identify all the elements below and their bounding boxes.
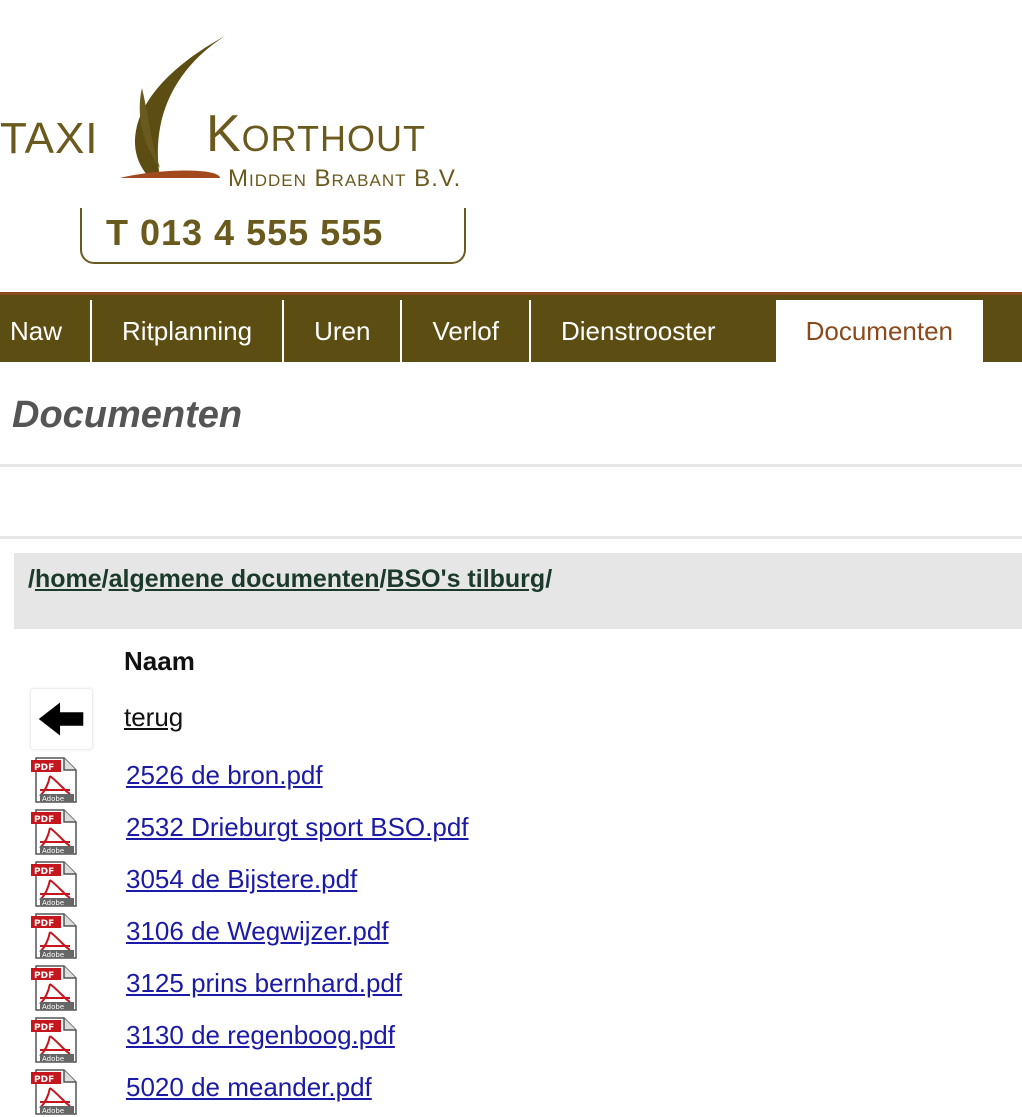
- nav-item-ritplanning[interactable]: Ritplanning: [92, 300, 285, 362]
- back-link[interactable]: terug: [124, 702, 183, 733]
- pdf-icon[interactable]: PDF Adobe: [30, 1016, 78, 1064]
- svg-text:PDF: PDF: [34, 971, 54, 981]
- file-row[interactable]: PDF Adobe 3054 de Bijstere.pdf: [30, 860, 730, 912]
- back-row[interactable]: terug: [30, 688, 630, 750]
- file-link[interactable]: 3106 de Wegwijzer.pdf: [126, 916, 389, 947]
- svg-text:PDF: PDF: [34, 867, 54, 877]
- svg-text:Adobe: Adobe: [42, 951, 64, 959]
- svg-text:Adobe: Adobe: [42, 1055, 64, 1063]
- breadcrumb-separator: /: [101, 565, 109, 593]
- file-link[interactable]: 5020 de meander.pdf: [126, 1072, 372, 1103]
- svg-text:PDF: PDF: [34, 763, 54, 773]
- main-nav: Naw Ritplanning Uren Verlof Dienstrooste…: [0, 292, 1022, 362]
- breadcrumb-separator: /: [545, 565, 553, 593]
- pdf-icon[interactable]: PDF Adobe: [30, 860, 78, 908]
- breadcrumb: /home/algemene documenten/BSO's tilburg/: [14, 553, 1022, 629]
- pdf-icon[interactable]: PDF Adobe: [30, 808, 78, 856]
- file-link[interactable]: 3054 de Bijstere.pdf: [126, 864, 357, 895]
- file-row[interactable]: PDF Adobe 2532 Drieburgt sport BSO.pdf: [30, 808, 730, 860]
- svg-text:Adobe: Adobe: [42, 795, 64, 803]
- svg-text:Adobe: Adobe: [42, 899, 64, 907]
- page-title: Documenten: [12, 394, 243, 436]
- svg-text:Adobe: Adobe: [42, 847, 64, 855]
- file-row[interactable]: PDF Adobe 3106 de Wegwijzer.pdf: [30, 912, 730, 964]
- svg-text:Adobe: Adobe: [42, 1107, 64, 1115]
- taxi-korthout-logo[interactable]: TAXI Korthout Midden Brabant B.V. T 013 …: [0, 22, 560, 272]
- pdf-icon[interactable]: PDF Adobe: [30, 1068, 78, 1116]
- divider: [0, 464, 1022, 467]
- nav-item-uren[interactable]: Uren: [284, 300, 403, 362]
- file-row[interactable]: PDF Adobe 5020 de meander.pdf: [30, 1068, 730, 1117]
- file-link[interactable]: 3130 de regenboog.pdf: [126, 1020, 395, 1051]
- file-link[interactable]: 2526 de bron.pdf: [126, 760, 323, 791]
- svg-text:PDF: PDF: [34, 1075, 54, 1085]
- breadcrumb-separator: /: [28, 565, 35, 593]
- column-header-naam: Naam: [124, 646, 195, 676]
- file-row[interactable]: PDF Adobe 2526 de bron.pdf: [30, 756, 730, 808]
- file-link[interactable]: 3125 prins bernhard.pdf: [126, 968, 402, 999]
- logo-name-text: Korthout: [206, 105, 427, 163]
- arrow-left-icon[interactable]: [30, 688, 93, 750]
- breadcrumb-bso-tilburg-link[interactable]: BSO's tilburg: [386, 565, 545, 593]
- nav-item-documenten[interactable]: Documenten: [775, 300, 984, 362]
- nav-item-naw[interactable]: Naw: [0, 300, 93, 362]
- file-link[interactable]: 2532 Drieburgt sport BSO.pdf: [126, 812, 469, 843]
- file-row[interactable]: PDF Adobe 3130 de regenboog.pdf: [30, 1016, 730, 1068]
- breadcrumb-algemene-documenten-link[interactable]: algemene documenten: [109, 565, 380, 593]
- breadcrumb-home-link[interactable]: home: [35, 565, 102, 593]
- pdf-icon[interactable]: PDF Adobe: [30, 756, 78, 804]
- svg-text:PDF: PDF: [34, 1023, 54, 1033]
- nav-item-dienstrooster[interactable]: Dienstrooster: [531, 300, 746, 362]
- pdf-icon[interactable]: PDF Adobe: [30, 964, 78, 1012]
- svg-text:PDF: PDF: [34, 919, 54, 929]
- logo-taxi-text: TAXI: [0, 114, 99, 163]
- svg-text:Adobe: Adobe: [42, 1003, 64, 1011]
- divider: [0, 536, 1022, 539]
- logo-phone-text: T 013 4 555 555: [106, 212, 384, 253]
- nav-item-verlof[interactable]: Verlof: [402, 300, 531, 362]
- site-header: TAXI Korthout Midden Brabant B.V. T 013 …: [0, 0, 1022, 292]
- logo-subtitle-text: Midden Brabant B.V.: [228, 165, 462, 192]
- svg-text:PDF: PDF: [34, 815, 54, 825]
- pdf-icon[interactable]: PDF Adobe: [30, 912, 78, 960]
- file-row[interactable]: PDF Adobe 3125 prins bernhard.pdf: [30, 964, 730, 1016]
